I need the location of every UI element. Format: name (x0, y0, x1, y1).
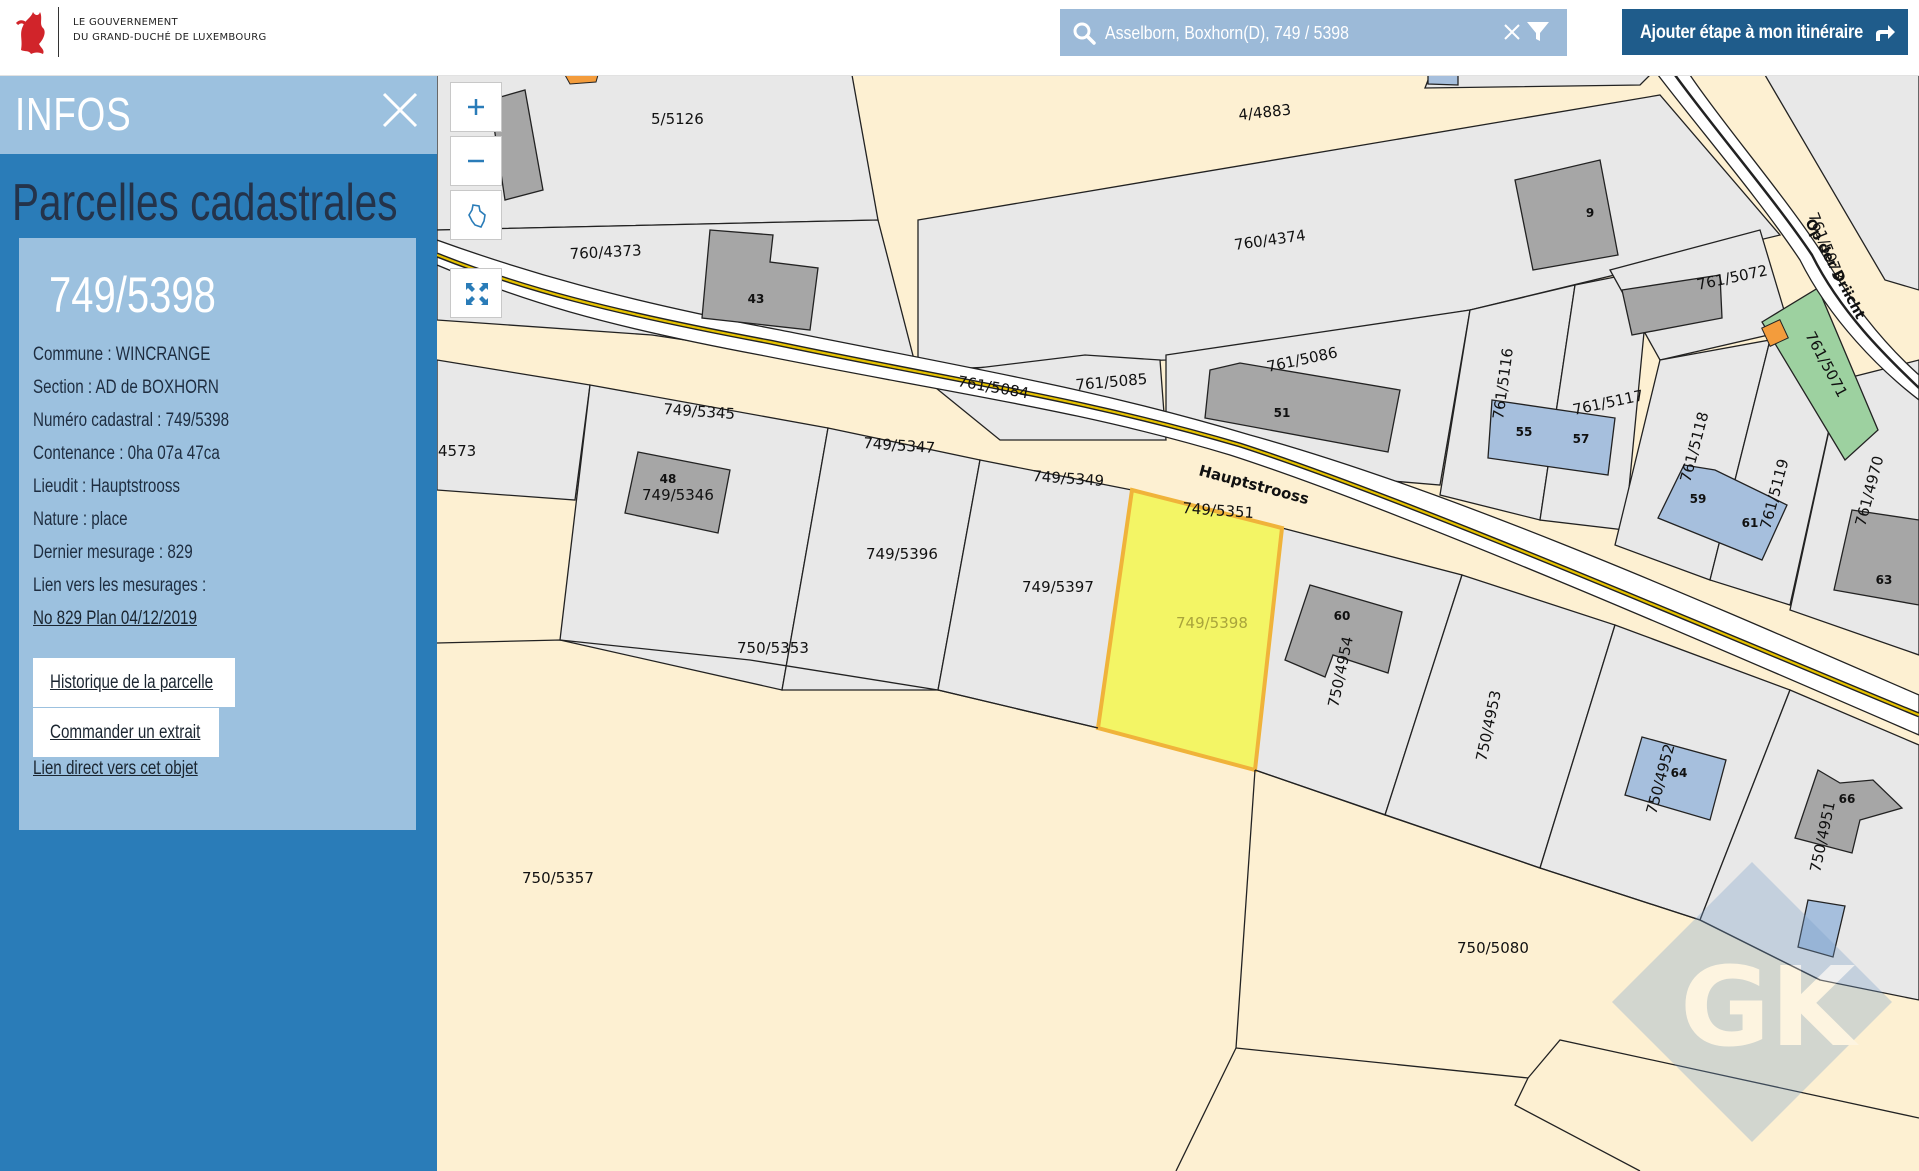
label-750-5357: 750/5357 (522, 869, 594, 887)
government-name: LE GOUVERNEMENT DU GRAND-DUCHÉ DE LUXEMB… (73, 15, 267, 45)
luxembourg-lion-logo[interactable] (13, 6, 51, 58)
info-row-nature: Nature : place (33, 509, 128, 530)
house-number-43: 43 (748, 292, 765, 306)
info-row-commune: Commune : WINCRANGE (33, 344, 211, 365)
top-header: LE GOUVERNEMENT DU GRAND-DUCHÉ DE LUXEMB… (0, 0, 1919, 76)
info-row-cadastral-number: Numéro cadastral : 749/5398 (33, 410, 230, 431)
parcel-id: 749/5398 (49, 267, 216, 323)
direct-link[interactable]: Lien direct vers cet objet (33, 758, 198, 780)
parcel-info-card: 749/5398 Commune : WINCRANGE Section : A… (19, 238, 416, 830)
house-number-61: 61 (1742, 516, 1759, 530)
label-749-5396: 749/5396 (866, 545, 938, 563)
map-view[interactable]: GK 5/5126 4/4883 760/4373 760/4374 761/5… (437, 75, 1919, 1171)
house-number-59: 59 (1690, 492, 1707, 506)
label-749-5397: 749/5397 (1022, 578, 1094, 596)
plus-icon (468, 99, 484, 115)
add-to-route-button[interactable]: Ajouter étape à mon itinéraire (1622, 9, 1908, 55)
info-row-last-survey: Dernier mesurage : 829 (33, 542, 193, 563)
label-4573: 4573 (438, 442, 476, 460)
building-9[interactable] (1514, 159, 1619, 271)
house-number-57: 57 (1573, 432, 1590, 446)
order-extract-label: Commander un extrait (50, 722, 201, 743)
house-number-63: 63 (1876, 573, 1893, 587)
minus-icon (468, 159, 484, 163)
parcel-history-label: Historique de la parcelle (50, 672, 214, 693)
government-name-line2: DU GRAND-DUCHÉ DE LUXEMBOURG (73, 32, 267, 43)
logo-divider (58, 7, 59, 57)
info-panel: INFOS Parcelles cadastrales 749/5398 Com… (0, 75, 437, 1171)
filter-icon[interactable] (1525, 19, 1551, 45)
search-icon (1073, 22, 1096, 45)
label-750-5080: 750/5080 (1457, 939, 1529, 957)
house-number-9: 9 (1586, 206, 1594, 220)
info-panel-header: INFOS (0, 75, 437, 154)
house-number-55: 55 (1516, 425, 1533, 439)
info-row-area: Contenance : 0ha 07a 47ca (33, 443, 220, 464)
label-749-5346: 749/5346 (642, 486, 714, 504)
parcel-4573[interactable] (437, 359, 591, 501)
info-row-lieudit: Lieudit : Hauptstrooss (33, 476, 181, 497)
search-input[interactable]: Asselborn, Boxhorn(D), 749 / 5398 (1105, 23, 1349, 44)
parcel-history-button[interactable]: Historique de la parcelle (33, 658, 235, 707)
government-name-line1: LE GOUVERNEMENT (73, 17, 178, 28)
house-number-48: 48 (660, 472, 677, 486)
house-number-60: 60 (1334, 609, 1351, 623)
house-number-51: 51 (1274, 406, 1291, 420)
layer-title: Parcelles cadastrales (12, 174, 398, 232)
close-panel-icon[interactable] (380, 90, 420, 130)
watermark-text: GK (1680, 943, 1859, 1071)
clear-search-icon[interactable] (1500, 20, 1524, 44)
add-to-route-label: Ajouter étape à mon itinéraire (1640, 22, 1863, 43)
info-row-survey-links: Lien vers les mesurages : (33, 575, 207, 596)
search-box[interactable]: Asselborn, Boxhorn(D), 749 / 5398 (1060, 9, 1567, 56)
label-749-5398: 749/5398 (1176, 614, 1248, 632)
luxembourg-outline-icon (468, 204, 486, 228)
label-750-5353: 750/5353 (737, 639, 809, 657)
country-extent-button[interactable] (450, 190, 502, 240)
building-top-blue[interactable] (1427, 75, 1459, 86)
survey-plan-link[interactable]: No 829 Plan 04/12/2019 (33, 608, 197, 630)
fullscreen-icon (466, 283, 488, 305)
zoom-in-button[interactable] (450, 82, 502, 132)
fullscreen-button[interactable] (450, 268, 502, 318)
zoom-out-button[interactable] (450, 136, 502, 186)
info-panel-title: INFOS (15, 88, 132, 140)
order-extract-button[interactable]: Commander un extrait (33, 708, 219, 757)
info-row-section: Section : AD de BOXHORN (33, 377, 219, 398)
label-5-5126: 5/5126 (651, 110, 704, 128)
route-arrow-icon (1876, 25, 1895, 41)
label-760-4373: 760/4373 (569, 241, 642, 263)
cadastre-map[interactable]: GK 5/5126 4/4883 760/4373 760/4374 761/5… (437, 75, 1919, 1171)
house-number-66: 66 (1839, 792, 1856, 806)
house-number-64: 64 (1671, 766, 1688, 780)
orange-building-top[interactable] (564, 75, 599, 85)
